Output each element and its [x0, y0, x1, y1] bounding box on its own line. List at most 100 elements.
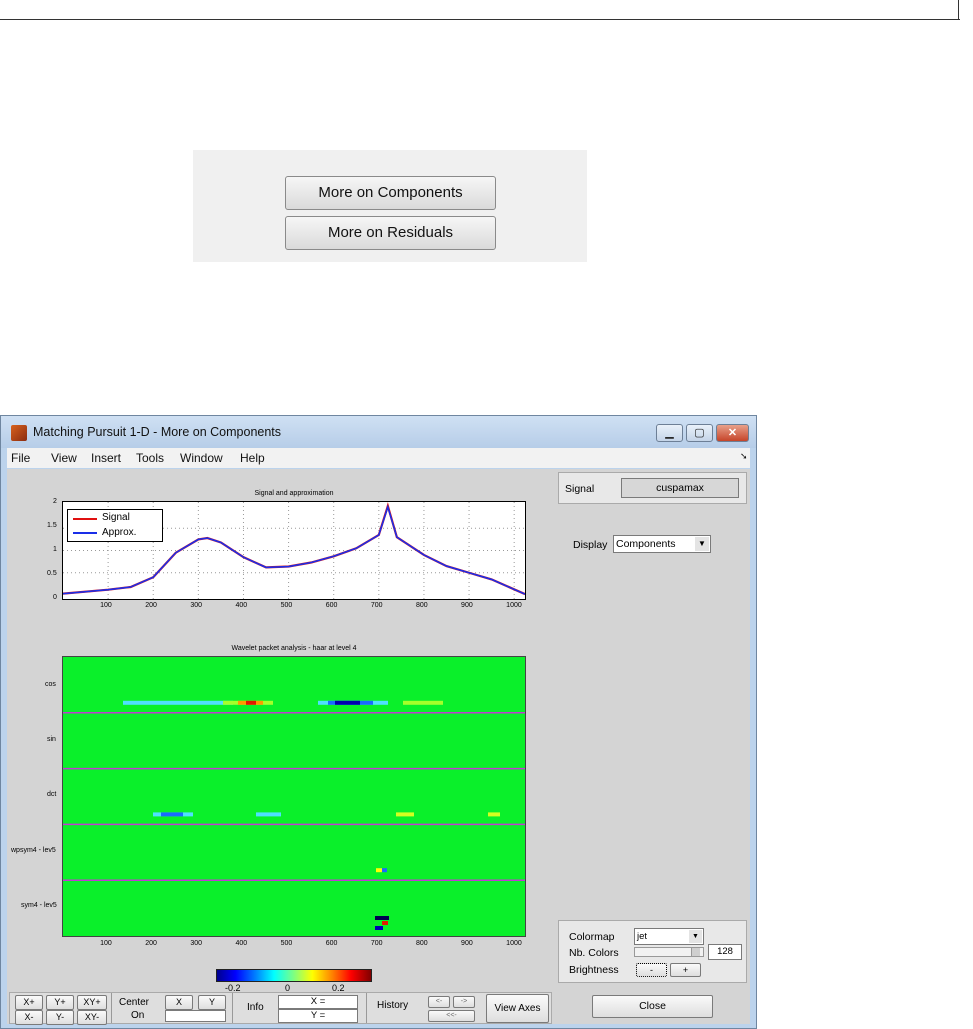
xtick: 1000 [506, 940, 522, 947]
center-x-button[interactable]: X [165, 995, 193, 1010]
xtick: 100 [100, 602, 112, 609]
xtick: 300 [190, 940, 203, 947]
maximize-icon[interactable]: ▢ [686, 424, 713, 442]
heatmap-cell [161, 812, 183, 817]
menu-bar: File View Insert Tools Window Help ➘ [7, 448, 750, 468]
legend-approx: Approx. [102, 527, 137, 538]
view-axes-button[interactable]: View Axes [486, 994, 549, 1023]
display-value: Components [616, 538, 676, 550]
brightness-label: Brightness [569, 964, 619, 976]
ytick: 0 [53, 594, 57, 601]
heatmap-cell [123, 700, 233, 705]
legend-signal: Signal [102, 512, 130, 523]
heatmap-cell [375, 926, 383, 930]
app-window: Matching Pursuit 1-D - More on Component… [0, 415, 757, 1029]
xtick: 200 [145, 940, 157, 947]
zoom-y-plus[interactable]: Y+ [46, 995, 74, 1010]
chevron-down-icon[interactable]: ▼ [689, 930, 702, 943]
row-label-sin: sin [47, 736, 56, 743]
xtick: 600 [325, 940, 338, 947]
nb-colors-label: Nb. Colors [569, 947, 619, 959]
menu-insert[interactable]: Insert [91, 451, 121, 465]
xtick: 800 [415, 602, 428, 609]
more-on-components-button[interactable]: More on Components [285, 176, 496, 210]
xtick: 900 [461, 602, 473, 609]
y-coord-field: Y = [278, 1009, 358, 1023]
divider [366, 993, 367, 1023]
display-label: Display [573, 539, 608, 551]
menu-file[interactable]: File [11, 451, 30, 465]
heatmap-cell [256, 812, 281, 817]
axes-tools-bar: X+ Y+ XY+ X- Y- XY- Center On X Y Info X… [9, 992, 552, 1025]
row-label-sym4: sym4 - lev5 [21, 902, 57, 909]
menu-tools[interactable]: Tools [136, 451, 164, 465]
history-first-button[interactable]: <<- [428, 1010, 475, 1022]
xtick: 100 [100, 940, 112, 947]
colormap-select[interactable]: jet ▼ [634, 928, 704, 945]
zoom-x-minus[interactable]: X- [15, 1010, 43, 1025]
nb-colors-field[interactable]: 128 [708, 944, 742, 960]
dock-arrow-icon[interactable]: ➘ [740, 451, 748, 462]
zoom-xy-plus[interactable]: XY+ [77, 995, 107, 1010]
heatmap-cell [375, 916, 389, 920]
brightness-minus-button[interactable]: - [636, 963, 667, 977]
xtick: 1000 [506, 602, 522, 609]
more-on-residuals-button[interactable]: More on Residuals [285, 216, 496, 250]
matlab-icon [11, 425, 27, 441]
minimize-icon[interactable]: ▁ [656, 424, 683, 442]
close-icon[interactable]: ✕ [716, 424, 749, 442]
xtick: 600 [325, 602, 338, 609]
history-forward-button[interactable]: -> [453, 996, 475, 1008]
display-select[interactable]: Components ▼ [613, 535, 711, 553]
menu-help[interactable]: Help [240, 451, 265, 465]
wavelet-axes[interactable] [62, 656, 526, 937]
signal-label: Signal [565, 483, 595, 495]
colormap-label: Colormap [569, 931, 615, 943]
xtick: 400 [235, 940, 248, 947]
colormap-panel: Colormap jet ▼ Nb. Colors 128 Brightness… [558, 920, 747, 983]
heatmap-cell [488, 812, 500, 817]
signal-panel: Signal cuspamax [558, 472, 747, 504]
heatmap-cell [335, 700, 360, 705]
center-on-field[interactable] [165, 1010, 226, 1022]
zoom-x-plus[interactable]: X+ [15, 995, 43, 1010]
colorbar [216, 969, 372, 982]
figure-area: Signal and approximation Signal Approx. … [7, 469, 750, 1025]
chevron-down-icon[interactable]: ▼ [695, 537, 709, 551]
zoom-y-minus[interactable]: Y- [46, 1010, 74, 1025]
on-label: On [131, 1010, 145, 1021]
x-coord-field: X = [278, 995, 358, 1009]
xtick: 500 [280, 940, 293, 947]
xtick: 900 [461, 940, 473, 947]
document-rule-tick [958, 0, 959, 20]
heatmap-cell [396, 812, 414, 817]
zoom-xy-minus[interactable]: XY- [77, 1010, 107, 1025]
ytick: 1 [53, 546, 57, 553]
xtick: 400 [235, 602, 248, 609]
nb-colors-slider[interactable] [634, 947, 704, 957]
xtick: 300 [190, 602, 203, 609]
wavelet-heatmap-svg [63, 700, 525, 930]
menu-window[interactable]: Window [180, 451, 223, 465]
window-title: Matching Pursuit 1-D - More on Component… [33, 425, 282, 439]
plot1-title: Signal and approximation [254, 490, 334, 497]
button-callout: More on Components More on Residuals [193, 150, 587, 262]
xtick: 200 [145, 602, 157, 609]
row-label-cos: cos [45, 681, 56, 688]
document-top-rule [0, 0, 960, 20]
menu-view[interactable]: View [51, 451, 77, 465]
signal-axes[interactable]: Signal Approx. [62, 501, 526, 600]
history-back-button[interactable]: <- [428, 996, 450, 1008]
legend-box: Signal Approx. [67, 509, 163, 542]
center-label: Center [119, 997, 150, 1008]
xtick: 700 [370, 940, 383, 947]
slider-thumb[interactable] [691, 948, 700, 956]
close-button[interactable]: Close [592, 995, 713, 1018]
ytick: 2 [53, 498, 57, 505]
signal-name-field: cuspamax [621, 478, 739, 498]
heatmap-cell [382, 921, 388, 925]
brightness-plus-button[interactable]: + [670, 963, 701, 977]
center-y-button[interactable]: Y [198, 995, 226, 1010]
info-label: Info [247, 1002, 264, 1013]
ytick: 0.5 [47, 570, 57, 577]
